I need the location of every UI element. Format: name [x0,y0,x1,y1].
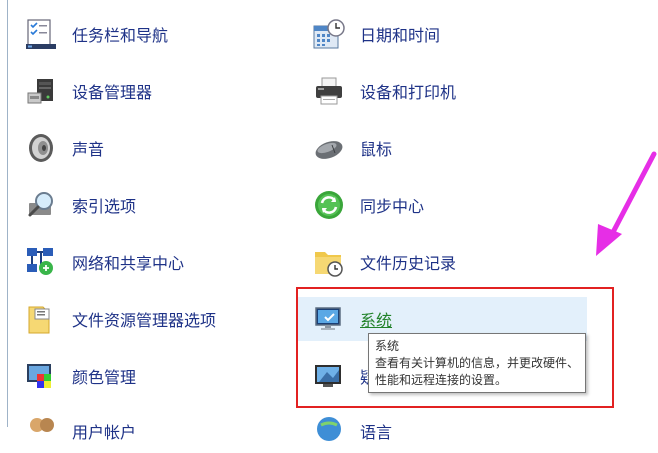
indexing-options-label: 索引选项 [72,197,137,216]
user-accounts-label: 用户帐户 [72,423,137,442]
device-manager-label: 设备管理器 [72,83,153,102]
mouse-label: 鼠标 [360,140,393,159]
sync-center-label: 同步中心 [360,197,425,216]
date-time-item[interactable]: 日期和时间 [313,12,440,56]
tooltip-description: 查看有关计算机的信息，并更改硬件、性能和远程连接的设置。 [375,356,580,387]
system-tooltip: 系统 查看有关计算机的信息，并更改硬件、性能和远程连接的设置。 [368,333,586,393]
language-item[interactable]: 语言 [313,409,392,453]
network-sharing-label: 网络和共享中心 [72,254,185,273]
user-accounts-icon [25,415,57,447]
color-management-icon [25,360,57,392]
language-icon [313,415,345,447]
file-history-item[interactable]: 文件历史记录 [313,240,456,284]
file-explorer-options-label: 文件资源管理器选项 [72,311,217,330]
taskbar-navigation-item[interactable]: 任务栏和导航 [25,12,168,56]
sound-item[interactable]: 声音 [25,126,104,170]
tooltip-title: 系统 [375,339,400,353]
taskbar-icon [25,18,57,50]
language-label: 语言 [360,423,393,442]
annotation-arrow-icon [596,151,657,256]
user-accounts-item[interactable]: 用户帐户 [25,409,136,453]
speaker-icon [25,132,57,164]
sync-center-item[interactable]: 同步中心 [313,183,424,227]
folder-options-icon [25,303,57,335]
network-sharing-item[interactable]: 网络和共享中心 [25,240,184,284]
left-border [7,0,8,427]
indexing-options-item[interactable]: 索引选项 [25,183,136,227]
sync-icon [313,189,345,221]
file-explorer-options-item[interactable]: 文件资源管理器选项 [25,297,216,341]
printer-icon [313,75,345,107]
taskbar-navigation-label: 任务栏和导航 [72,26,169,45]
network-icon [25,246,57,278]
file-history-icon [313,246,345,278]
sound-label: 声音 [72,140,105,159]
device-manager-item[interactable]: 设备管理器 [25,69,152,113]
mouse-icon [313,132,345,164]
devices-printers-label: 设备和打印机 [360,83,457,102]
mouse-item[interactable]: 鼠标 [313,126,392,170]
device-manager-icon [25,75,57,107]
date-time-label: 日期和时间 [360,26,441,45]
file-history-label: 文件历史记录 [360,254,457,273]
calendar-clock-icon [313,18,345,50]
devices-printers-item[interactable]: 设备和打印机 [313,69,456,113]
index-search-icon [25,189,57,221]
color-management-label: 颜色管理 [72,368,137,387]
color-management-item[interactable]: 颜色管理 [25,354,136,398]
